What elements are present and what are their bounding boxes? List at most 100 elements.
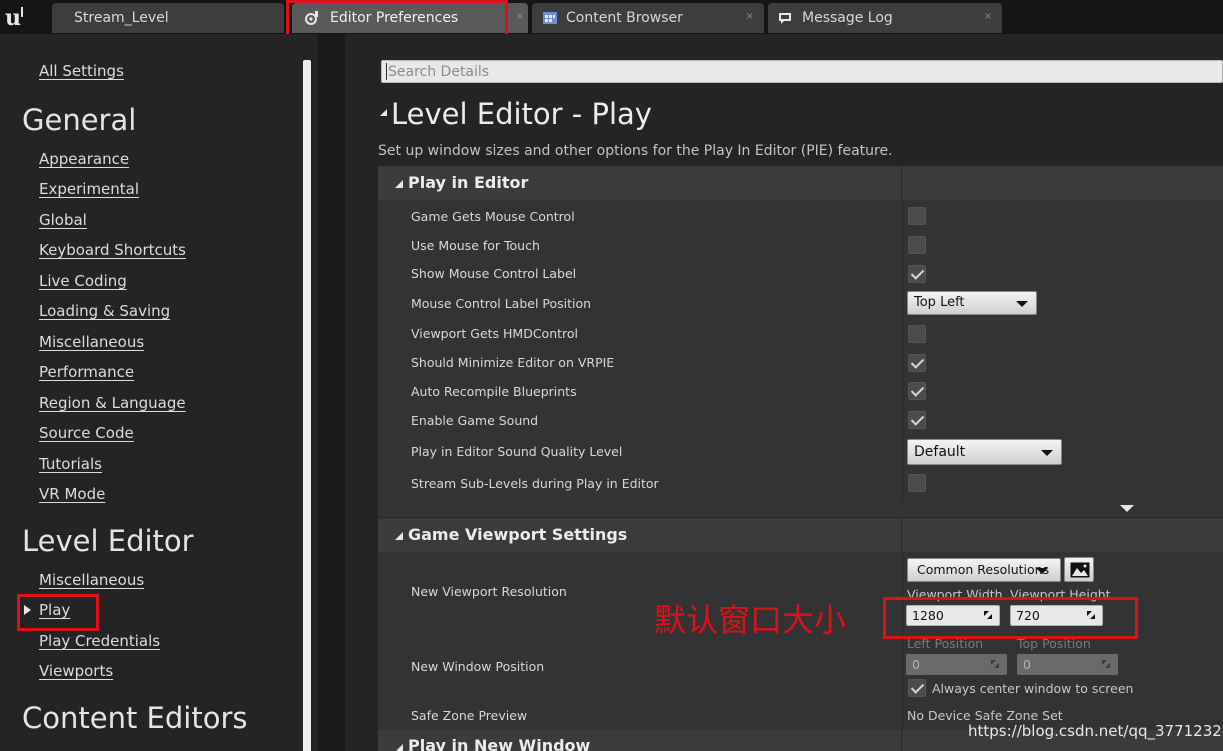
collapse-arrow-icon: [395, 744, 403, 751]
tab-message-log[interactable]: Message Log ×: [768, 3, 1002, 33]
prop-label-mouse-control-label-position: Mouse Control Label Position: [411, 296, 592, 311]
game-viewport-properties: [378, 552, 1223, 730]
annotation-default-window-size: 默认窗口大小: [654, 601, 847, 639]
safe-zone-preview-value: No Device Safe Zone Set: [907, 708, 1063, 723]
content-browser-icon: [543, 12, 557, 24]
sidebar-item-tutorials[interactable]: Tutorials: [39, 455, 102, 473]
collapse-arrow-icon[interactable]: [380, 109, 387, 116]
top-position-label: Top Position: [1017, 636, 1091, 651]
close-icon[interactable]: ×: [984, 3, 992, 31]
sidebar-splitter[interactable]: [318, 34, 345, 751]
drag-resize-icon: [1102, 660, 1110, 668]
top-position-input: 0: [1017, 654, 1118, 675]
text-caret: [386, 63, 387, 80]
common-resolutions-dropdown[interactable]: Common Resolutions: [907, 558, 1061, 582]
collapse-arrow-icon: [395, 532, 403, 540]
game-gets-mouse-control-checkbox[interactable]: [908, 207, 926, 225]
sidebar-item-vr-mode[interactable]: VR Mode: [39, 485, 105, 503]
prop-label-stream-sub-levels: Stream Sub-Levels during Play in Editor: [411, 476, 659, 491]
message-log-icon: [779, 13, 791, 24]
sidebar-item-miscellaneous[interactable]: Miscellaneous: [39, 333, 144, 351]
sidebar-header-general: General: [22, 103, 137, 137]
prop-label-safe-zone-preview: Safe Zone Preview: [411, 708, 528, 723]
prop-label-use-mouse-for-touch: Use Mouse for Touch: [411, 238, 540, 253]
prop-label-new-window-position: New Window Position: [411, 659, 545, 674]
watermark-url: https://blog.csdn.net/qq_37712328: [968, 722, 1223, 740]
prop-label-auto-recompile-blueprints: Auto Recompile Blueprints: [411, 384, 577, 399]
always-center-window-checkbox[interactable]: [908, 679, 926, 697]
sidebar-item-live-coding[interactable]: Live Coding: [39, 272, 127, 290]
sidebar-item-loading-saving[interactable]: Loading & Saving: [39, 302, 170, 320]
sidebar-header-content-editors: Content Editors: [22, 701, 248, 735]
auto-recompile-blueprints-checkbox[interactable]: [908, 382, 926, 400]
viewport-gets-hmdcontrol-checkbox[interactable]: [908, 325, 926, 343]
unreal-engine-logo-icon[interactable]: u: [2, 3, 30, 31]
expand-advanced-arrow-icon[interactable]: [1120, 505, 1134, 512]
left-position-label: Left Position: [907, 636, 984, 651]
sidebar-item-all-settings[interactable]: All Settings: [39, 62, 124, 80]
svg-text:u: u: [5, 5, 21, 31]
sidebar-header-level-editor: Level Editor: [22, 524, 194, 558]
category-label: Play in New Window: [408, 736, 591, 751]
column-divider: [901, 730, 902, 751]
sidebar-item-experimental[interactable]: Experimental: [39, 180, 139, 198]
prop-label-sound-quality-level: Play in Editor Sound Quality Level: [411, 444, 623, 459]
show-mouse-control-label-checkbox[interactable]: [908, 265, 926, 283]
close-icon[interactable]: ×: [516, 3, 524, 31]
sidebar-item-global[interactable]: Global: [39, 211, 87, 229]
should-minimize-editor-checkbox[interactable]: [908, 354, 926, 372]
category-play-in-editor[interactable]: Play in Editor: [378, 166, 1223, 200]
tab-content-browser[interactable]: Content Browser ×: [532, 3, 764, 33]
category-label: Game Viewport Settings: [408, 525, 628, 544]
dropdown-value: Default: [914, 444, 966, 460]
mouse-control-label-position-dropdown[interactable]: Top Left: [907, 291, 1037, 315]
close-icon[interactable]: ×: [746, 3, 754, 31]
chevron-down-icon: [1016, 301, 1028, 307]
numbox-value: 0: [1023, 657, 1031, 672]
column-divider: [901, 166, 902, 200]
sidebar-item-region-language[interactable]: Region & Language: [39, 394, 186, 412]
prop-label-new-viewport-resolution: New Viewport Resolution: [411, 584, 567, 599]
use-mouse-for-touch-checkbox[interactable]: [908, 236, 926, 254]
search-details-input[interactable]: Search Details: [381, 60, 1223, 83]
left-position-input: 0: [906, 654, 1007, 675]
collapse-arrow-icon: [395, 180, 403, 188]
chevron-down-icon: [1036, 568, 1048, 574]
sidebar-item-viewports[interactable]: Viewports: [39, 662, 113, 680]
sidebar-item-level-miscellaneous[interactable]: Miscellaneous: [39, 571, 144, 589]
page-title: Level Editor - Play: [391, 97, 652, 131]
dropdown-value: Top Left: [914, 295, 965, 310]
prop-label-enable-game-sound: Enable Game Sound: [411, 413, 539, 428]
landscape-image-icon: [1070, 562, 1090, 578]
prop-label-viewport-gets-hmdcontrol: Viewport Gets HMDControl: [411, 326, 579, 341]
drag-resize-icon: [991, 660, 999, 668]
tab-label: Message Log: [802, 10, 893, 26]
column-divider: [901, 518, 902, 552]
sidebar-item-appearance[interactable]: Appearance: [39, 150, 129, 168]
category-label: Play in Editor: [408, 173, 529, 192]
highlight-box-play: [17, 594, 99, 631]
sidebar-item-source-code[interactable]: Source Code: [39, 424, 134, 442]
swap-aspect-button[interactable]: [1064, 557, 1094, 582]
prop-label-should-minimize-editor: Should Minimize Editor on VRPIE: [411, 355, 615, 370]
tab-stream-level[interactable]: Stream_Level: [52, 3, 284, 33]
sidebar-item-play-credentials[interactable]: Play Credentials: [39, 632, 160, 650]
column-divider[interactable]: [902, 552, 903, 730]
prop-label-game-gets-mouse-control: Game Gets Mouse Control: [411, 209, 575, 224]
chevron-down-icon: [1041, 450, 1053, 456]
sidebar-scrollbar[interactable]: [303, 60, 311, 751]
sound-quality-level-dropdown[interactable]: Default: [907, 439, 1062, 465]
stream-sub-levels-checkbox[interactable]: [908, 474, 926, 492]
category-game-viewport-settings[interactable]: Game Viewport Settings: [378, 518, 1223, 552]
tab-label: Content Browser: [566, 10, 683, 26]
column-divider[interactable]: [902, 200, 903, 501]
sidebar-item-performance[interactable]: Performance: [39, 363, 134, 381]
highlight-box-viewport-size: [883, 597, 1138, 639]
advanced-expander[interactable]: [378, 501, 1223, 517]
tab-label: Stream_Level: [74, 10, 169, 26]
dropdown-value: Common Resolutions: [917, 562, 1050, 577]
prop-label-show-mouse-control-label: Show Mouse Control Label: [411, 266, 577, 281]
sidebar-item-keyboard-shortcuts[interactable]: Keyboard Shortcuts: [39, 241, 186, 259]
enable-game-sound-checkbox[interactable]: [908, 411, 926, 429]
always-center-window-label: Always center window to screen: [932, 681, 1134, 696]
